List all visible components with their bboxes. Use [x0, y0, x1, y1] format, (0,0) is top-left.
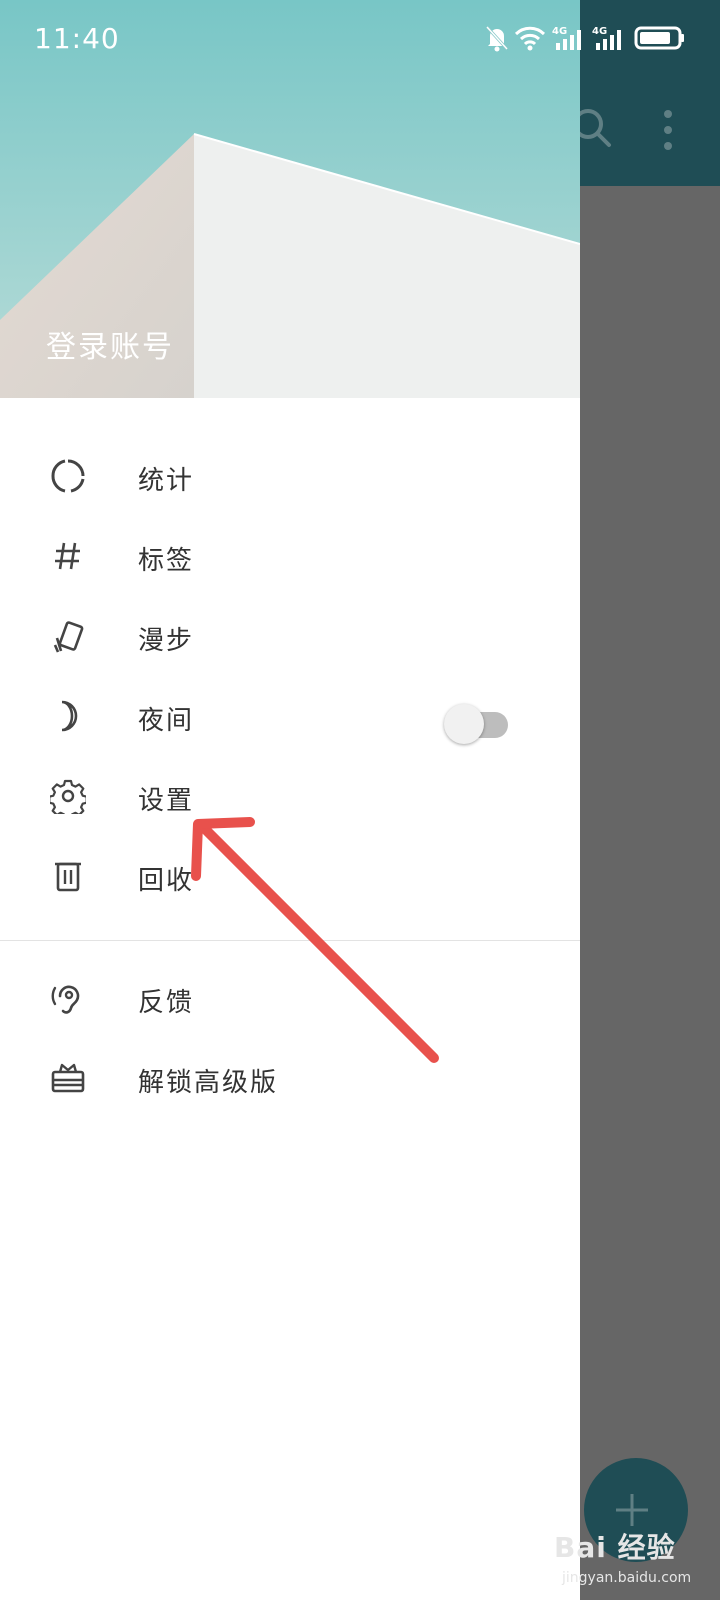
battery-icon: [634, 26, 684, 50]
baidu-jingyan-watermark: Bai 经验 jingyan.baidu.com: [554, 1526, 720, 1596]
moon-icon: [61, 700, 78, 732]
signal-4g-icon: 4G: [552, 26, 581, 50]
menu-label-tags: 标签: [138, 546, 195, 576]
menu-item-stats[interactable]: 统计: [0, 440, 580, 520]
more-vertical-icon[interactable]: [660, 108, 676, 152]
signal-4g-icon: 4G: [592, 26, 621, 50]
stats-ring-icon: [51, 459, 85, 493]
plus-icon: [612, 1490, 652, 1530]
toggle-thumb: [444, 704, 484, 744]
menu-label-night: 夜间: [138, 706, 195, 736]
watermark-brand: Bai 经验: [554, 1531, 676, 1564]
menu-item-tags[interactable]: 标签: [0, 520, 580, 600]
gear-icon: [50, 779, 86, 814]
navigation-drawer: 登录账号 统计 标签 漫步 夜间 设置 回收 反馈 解锁高级版: [0, 0, 580, 1600]
bell-off-icon: [485, 25, 509, 52]
network-type-label: 4G: [592, 26, 607, 37]
hashtag-icon: [55, 542, 80, 570]
menu-label-wander: 漫步: [138, 626, 195, 656]
night-mode-toggle[interactable]: [444, 704, 510, 744]
wifi-icon: [514, 26, 546, 51]
login-account-label[interactable]: 登录账号: [46, 322, 174, 366]
menu-item-night-mode[interactable]: 夜间: [0, 680, 580, 760]
cards-icon: [53, 621, 84, 653]
ear-icon: [51, 985, 80, 1014]
watermark-url: jingyan.baidu.com: [562, 1570, 692, 1586]
annotation-arrow: [191, 817, 439, 1063]
gift-icon: [51, 1063, 85, 1093]
status-bar: 11:40 4G 4G: [0, 0, 720, 80]
menu-item-wander[interactable]: 漫步: [0, 600, 580, 680]
menu-label-stats: 统计: [138, 466, 195, 496]
trash-icon: [55, 862, 81, 892]
network-type-label: 4G: [552, 26, 567, 37]
status-time: 11:40: [34, 22, 120, 55]
